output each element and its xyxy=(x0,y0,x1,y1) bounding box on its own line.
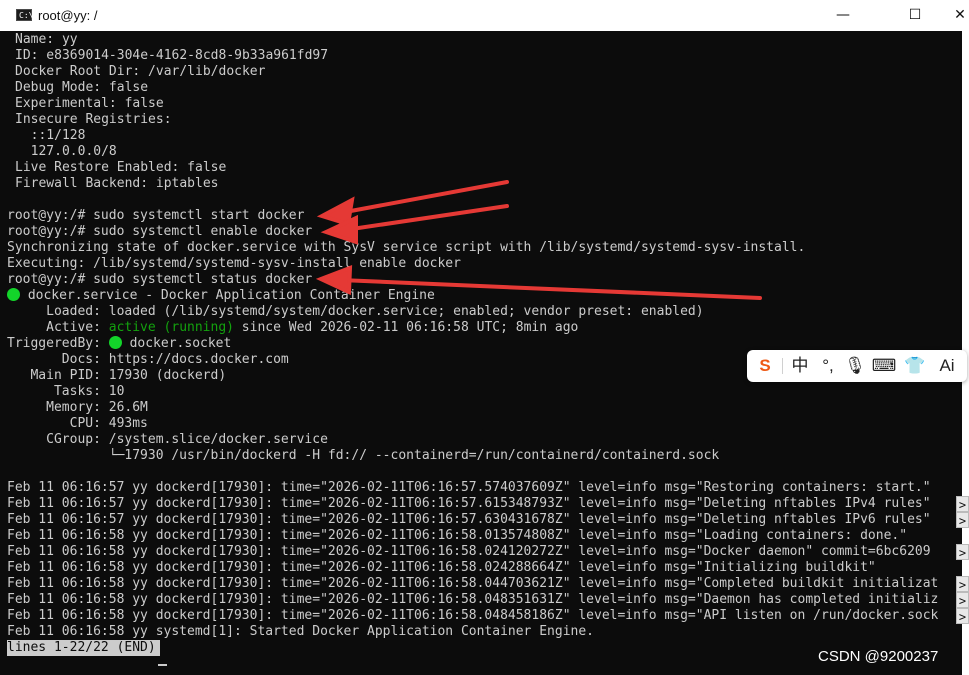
console-app-icon: C:\ xyxy=(16,9,33,21)
overflow-marker-icon: > xyxy=(956,576,969,592)
ime-divider xyxy=(782,358,783,374)
terminal-line: Firewall Backend: iptables xyxy=(15,176,219,191)
terminal-line: Debug Mode: false xyxy=(15,80,149,95)
terminal-cursor xyxy=(158,653,167,668)
overflow-marker-icon: > xyxy=(956,544,969,560)
overflow-marker-icon: > xyxy=(956,512,969,528)
title-bar[interactable]: C:\ root@yy: / — ☐ ✕ xyxy=(0,0,969,31)
terminal-line: Docker Root Dir: /var/lib/docker xyxy=(15,64,266,79)
log-line: Feb 11 06:16:58 yy dockerd[17930]: time=… xyxy=(7,544,931,559)
keyboard-icon[interactable]: ⌨ xyxy=(871,354,897,378)
ime-language-toggle[interactable]: 中 xyxy=(788,354,812,378)
overflow-marker-icon: > xyxy=(956,496,969,512)
sogou-logo-icon[interactable]: S xyxy=(753,354,777,378)
triggered-value: docker.socket xyxy=(121,336,232,351)
service-active-line: Active: active (running) since Wed 2026-… xyxy=(7,320,962,336)
close-button[interactable]: ✕ xyxy=(937,0,969,31)
service-cgroup-line: CGroup: /system.slice/docker.service xyxy=(7,432,328,447)
overflow-marker-icon: > xyxy=(956,608,969,624)
maximize-button[interactable]: ☐ xyxy=(892,0,938,31)
log-line: Feb 11 06:16:58 yy dockerd[17930]: time=… xyxy=(7,560,876,575)
service-cpu-line: CPU: 493ms xyxy=(7,416,148,431)
log-line: Feb 11 06:16:57 yy dockerd[17930]: time=… xyxy=(7,496,931,511)
pager-status-text: lines 1-22/22 (END) xyxy=(7,640,156,655)
service-title-line: docker.service - Docker Application Cont… xyxy=(7,288,962,304)
terminal-line: ::1/128 xyxy=(15,128,86,143)
ime-punctuation-toggle[interactable]: °, xyxy=(816,354,840,378)
log-line: Feb 11 06:16:58 yy systemd[1]: Started D… xyxy=(7,624,594,639)
active-state: active (running) xyxy=(108,320,234,335)
service-cgroup-child-line: └─17930 /usr/bin/dockerd -H fd:// --cont… xyxy=(7,448,720,463)
overflow-marker-icon: > xyxy=(956,592,969,608)
minimize-button[interactable]: — xyxy=(820,0,866,31)
terminal-line: Live Restore Enabled: false xyxy=(15,160,227,175)
terminal-line: Experimental: false xyxy=(15,96,164,111)
log-line: Feb 11 06:16:58 yy dockerd[17930]: time=… xyxy=(7,592,939,607)
pager-status: lines 1-22/22 (END) xyxy=(7,640,160,656)
log-line: Feb 11 06:16:58 yy dockerd[17930]: time=… xyxy=(7,608,939,623)
command-status-docker: root@yy:/# sudo systemctl status docker xyxy=(7,272,313,287)
terminal-line: Executing: /lib/systemd/systemd-sysv-ins… xyxy=(7,256,461,271)
terminal-line: 127.0.0.0/8 xyxy=(15,144,117,159)
ime-toolbar[interactable]: S 中 °, 🎙 ⌨ 👕 Ai xyxy=(747,350,967,382)
log-line: Feb 11 06:16:57 yy dockerd[17930]: time=… xyxy=(7,512,931,527)
service-memory-line: Memory: 26.6M xyxy=(7,400,148,415)
log-line: Feb 11 06:16:58 yy dockerd[17930]: time=… xyxy=(7,528,908,543)
skin-icon[interactable]: 👕 xyxy=(903,354,927,378)
service-title: docker.service - Docker Application Cont… xyxy=(20,288,435,303)
microphone-icon[interactable]: 🎙 xyxy=(843,354,867,378)
terminal-line: Name: yy xyxy=(15,32,78,47)
command-start-docker: root@yy:/# sudo systemctl start docker xyxy=(7,208,305,223)
active-since: since Wed 2026-02-11 06:16:58 UTC; 8min … xyxy=(233,320,579,335)
window-title: root@yy: / xyxy=(38,8,98,23)
triggered-label: TriggeredBy: xyxy=(7,336,109,351)
active-label: Active: xyxy=(7,320,109,335)
terminal-line: Insecure Registries: xyxy=(15,112,172,127)
log-line: Feb 11 06:16:58 yy dockerd[17930]: time=… xyxy=(7,576,939,591)
ai-assistant-button[interactable]: Ai xyxy=(933,354,961,378)
log-line: Feb 11 06:16:57 yy dockerd[17930]: time=… xyxy=(7,480,931,495)
terminal-window: C:\ root@yy: / — ☐ ✕ Name: yy ID: e83690… xyxy=(0,0,969,675)
service-tasks-line: Tasks: 10 xyxy=(7,384,125,399)
csdn-watermark: CSDN @9200237 xyxy=(818,648,939,665)
terminal-line: Synchronizing state of docker.service wi… xyxy=(7,240,806,255)
socket-active-dot-icon xyxy=(108,336,122,349)
service-loaded-line: Loaded: loaded (/lib/systemd/system/dock… xyxy=(7,304,704,319)
command-enable-docker: root@yy:/# sudo systemctl enable docker xyxy=(7,224,313,239)
terminal-line: ID: e8369014-304e-4162-8cd8-9b33a961fd97 xyxy=(15,48,329,63)
service-active-dot-icon xyxy=(7,288,20,301)
